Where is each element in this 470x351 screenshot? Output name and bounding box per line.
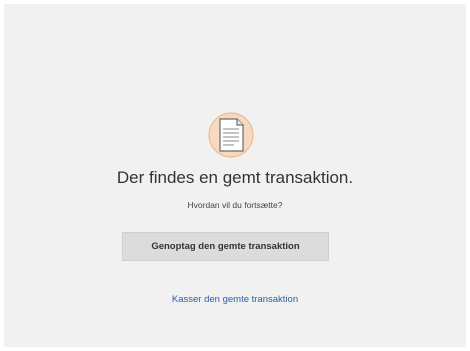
resume-transaction-button[interactable]: Genoptag den gemte transaktion	[122, 232, 329, 261]
dialog-title: Der findes en gemt transaktion.	[116, 168, 354, 187]
saved-document-icon	[206, 110, 256, 160]
dialog-subtitle: Hvordan vil du fortsætte?	[187, 200, 283, 210]
saved-transaction-dialog: Der findes en gemt transaktion. Hvordan …	[4, 4, 466, 347]
discard-transaction-link[interactable]: Kasser den gemte transaktion	[4, 294, 466, 305]
